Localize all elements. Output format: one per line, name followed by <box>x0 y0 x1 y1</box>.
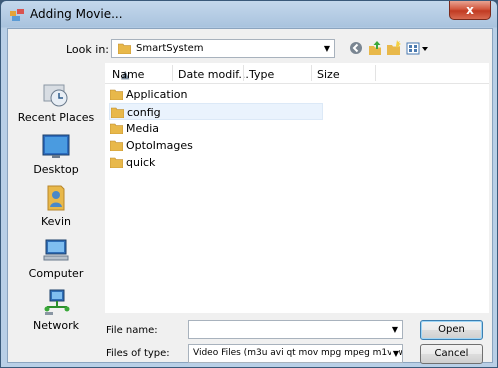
up-folder-icon[interactable] <box>367 40 383 56</box>
place-desktop[interactable]: Desktop <box>9 131 103 176</box>
column-type[interactable]: Type <box>249 68 274 81</box>
place-computer[interactable]: Computer <box>9 235 103 280</box>
file-row-application[interactable]: Application <box>109 86 323 103</box>
folder-icon <box>110 123 123 134</box>
file-name: Application <box>126 88 188 101</box>
new-folder-icon[interactable] <box>386 40 402 56</box>
open-button[interactable]: Open <box>420 320 483 340</box>
file-name: quick <box>126 156 156 169</box>
folder-icon <box>110 140 123 151</box>
place-network[interactable]: Network <box>9 287 103 332</box>
chevron-down-icon[interactable]: ▼ <box>324 44 330 53</box>
cancel-button[interactable]: Cancel <box>420 344 483 364</box>
folder-icon <box>110 157 123 168</box>
file-type-value: Video Files (m3u avi qt mov mpg mpeg m1v… <box>193 348 403 358</box>
window-title: Adding Movie... <box>30 7 123 21</box>
file-row-config[interactable]: config <box>109 103 323 120</box>
folder-icon <box>111 107 124 118</box>
column-size[interactable]: Size <box>317 68 340 81</box>
close-icon: x <box>466 3 474 17</box>
computer-icon <box>41 235 71 265</box>
views-menu-icon[interactable] <box>406 40 430 56</box>
column-divider[interactable] <box>172 65 173 81</box>
dialog-client: Look in: SmartSystem ▼ Recent Places Des… <box>7 28 493 364</box>
folder-icon <box>110 89 123 100</box>
user-folder-icon <box>41 183 71 213</box>
file-name: OptoImages <box>126 139 193 152</box>
place-recent-places[interactable]: Recent Places <box>9 79 103 124</box>
place-label: Computer <box>28 267 84 280</box>
app-icon <box>10 9 24 21</box>
file-list[interactable]: ▲ Name Date modif... Type Size Applicati… <box>105 63 489 313</box>
chevron-down-icon[interactable]: ▼ <box>392 325 398 334</box>
place-kevin[interactable]: Kevin <box>9 183 103 228</box>
look-in-value: SmartSystem <box>136 43 204 54</box>
file-row-media[interactable]: Media <box>109 120 323 137</box>
close-button[interactable]: x <box>449 1 491 20</box>
column-header-row: ▲ Name Date modif... Type Size <box>105 63 489 84</box>
look-in-label: Look in: <box>66 43 109 56</box>
look-in-combo[interactable]: SmartSystem ▼ <box>111 39 335 58</box>
column-date-modified[interactable]: Date modif... <box>178 68 249 81</box>
place-label: Network <box>33 319 79 332</box>
file-name-input[interactable]: ▼ <box>188 320 403 339</box>
column-divider[interactable] <box>311 65 312 81</box>
file-row-quick[interactable]: quick <box>109 154 323 171</box>
column-divider[interactable] <box>243 65 244 81</box>
dialog-window: Adding Movie... x Look in: SmartSystem ▼ <box>0 0 498 368</box>
file-name: config <box>127 106 161 119</box>
file-name-label: File name: <box>106 325 158 336</box>
place-label: Recent Places <box>17 111 95 124</box>
recent-places-icon <box>41 79 71 109</box>
column-name[interactable]: Name <box>112 68 144 81</box>
back-icon[interactable] <box>348 40 364 56</box>
file-type-select[interactable]: Video Files (m3u avi qt mov mpg mpeg m1v… <box>188 344 403 363</box>
place-label: Kevin <box>41 215 71 228</box>
chevron-down-icon[interactable]: ▼ <box>390 349 399 358</box>
title-bar[interactable]: Adding Movie... x <box>1 1 497 28</box>
place-label: Desktop <box>33 163 79 176</box>
file-row-optoimages[interactable]: OptoImages <box>109 137 323 154</box>
places-bar: Recent Places Desktop Kevin Computer Net… <box>9 69 103 361</box>
folder-icon <box>118 43 131 54</box>
file-type-label: Files of type: <box>106 348 170 359</box>
desktop-icon <box>41 131 71 161</box>
file-name: Media <box>126 122 160 135</box>
column-divider[interactable] <box>375 65 376 81</box>
network-icon <box>41 287 71 317</box>
